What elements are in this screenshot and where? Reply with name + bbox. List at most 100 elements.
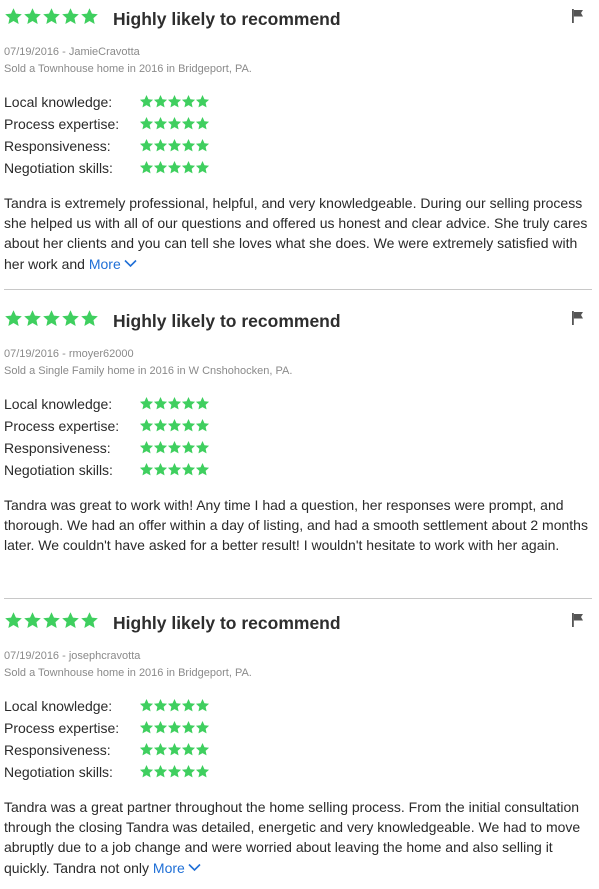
rating-label: Negotiation skills: (4, 160, 113, 176)
rating-label: Responsiveness: (4, 138, 111, 154)
star-icon (195, 742, 210, 756)
star-icon (195, 720, 210, 734)
review-body: Tandra was a great partner throughout th… (4, 799, 581, 876)
rating-stars (139, 418, 210, 433)
star-icon (153, 720, 168, 734)
rating-stars (139, 698, 210, 713)
star-icon (62, 8, 79, 24)
star-icon (167, 396, 182, 410)
star-icon (153, 116, 168, 130)
review-date-user: 07/19/2016 - rmoyer62000 (4, 348, 134, 360)
star-icon (139, 418, 154, 432)
rating-stars (139, 764, 210, 779)
star-icon (195, 418, 210, 432)
review-card: Highly likely to recommend 07/19/2016 - … (0, 604, 592, 889)
rating-label: Local knowledge: (4, 396, 113, 412)
review-text: Tandra is extremely professional, helpfu… (4, 193, 592, 274)
rating-stars (139, 116, 210, 131)
star-icon (195, 440, 210, 454)
review-headline: Highly likely to recommend (113, 9, 341, 29)
rating-label: Responsiveness: (4, 440, 111, 456)
star-icon (153, 138, 168, 152)
star-icon (43, 612, 60, 628)
star-icon (195, 116, 210, 130)
star-icon (153, 764, 168, 778)
star-icon (195, 396, 210, 410)
rating-label: Process expertise: (4, 720, 120, 736)
star-icon (139, 116, 154, 130)
star-icon (195, 698, 210, 712)
star-icon (181, 396, 196, 410)
star-icon (24, 612, 41, 628)
review-card: Highly likely to recommend 07/19/2016 - … (0, 0, 592, 290)
star-icon (181, 764, 196, 778)
star-icon (5, 612, 22, 628)
star-icon (167, 94, 182, 108)
overall-rating-stars (4, 309, 99, 331)
rating-row: Negotiation skills: (4, 159, 264, 179)
rating-stars (139, 396, 210, 411)
star-icon (43, 8, 60, 24)
star-icon (139, 94, 154, 108)
more-link[interactable]: More (89, 256, 137, 272)
star-icon (139, 462, 154, 476)
star-icon (181, 720, 196, 734)
star-icon (81, 612, 98, 628)
star-icon (153, 94, 168, 108)
rating-row: Responsiveness: (4, 741, 264, 761)
rating-label: Negotiation skills: (4, 462, 113, 478)
star-icon (139, 742, 154, 756)
rating-stars (139, 138, 210, 153)
star-icon (167, 462, 182, 476)
overall-rating-stars (4, 7, 99, 29)
star-icon (62, 310, 79, 326)
star-icon (181, 138, 196, 152)
star-icon (167, 116, 182, 130)
review-text: Tandra was a great partner throughout th… (4, 797, 592, 878)
star-icon (5, 310, 22, 326)
rating-row: Local knowledge: (4, 697, 264, 717)
overall-rating-stars (4, 611, 99, 633)
star-icon (24, 310, 41, 326)
rating-row: Negotiation skills: (4, 461, 264, 481)
rating-row: Local knowledge: (4, 395, 264, 415)
flag-icon[interactable] (570, 310, 586, 326)
rating-stars (139, 462, 210, 477)
rating-stars (139, 94, 210, 109)
star-icon (195, 160, 210, 174)
star-icon (153, 440, 168, 454)
star-icon (139, 396, 154, 410)
review-transaction: Sold a Townhouse home in 2016 in Bridgep… (4, 667, 252, 679)
more-link[interactable]: More (153, 860, 201, 876)
star-icon (195, 462, 210, 476)
star-icon (181, 94, 196, 108)
rating-label: Negotiation skills: (4, 764, 113, 780)
chevron-down-icon (124, 259, 137, 267)
review-divider (4, 598, 592, 599)
star-icon (139, 764, 154, 778)
star-icon (153, 396, 168, 410)
star-icon (195, 138, 210, 152)
rating-label: Local knowledge: (4, 698, 113, 714)
rating-stars (139, 440, 210, 455)
review-headline: Highly likely to recommend (113, 311, 341, 331)
star-icon (62, 612, 79, 628)
review-transaction: Sold a Single Family home in 2016 in W C… (4, 365, 293, 377)
star-icon (181, 116, 196, 130)
flag-icon[interactable] (570, 8, 586, 24)
review-headline: Highly likely to recommend (113, 613, 341, 633)
star-icon (195, 94, 210, 108)
rating-label: Responsiveness: (4, 742, 111, 758)
star-icon (181, 418, 196, 432)
star-icon (153, 160, 168, 174)
rating-row: Process expertise: (4, 115, 264, 135)
star-icon (139, 160, 154, 174)
rating-label: Process expertise: (4, 116, 120, 132)
rating-row: Responsiveness: (4, 439, 264, 459)
review-card: Highly likely to recommend 07/19/2016 - … (0, 302, 592, 599)
rating-stars (139, 160, 210, 175)
flag-icon[interactable] (570, 612, 586, 628)
rating-label: Process expertise: (4, 418, 120, 434)
star-icon (139, 698, 154, 712)
star-icon (181, 440, 196, 454)
